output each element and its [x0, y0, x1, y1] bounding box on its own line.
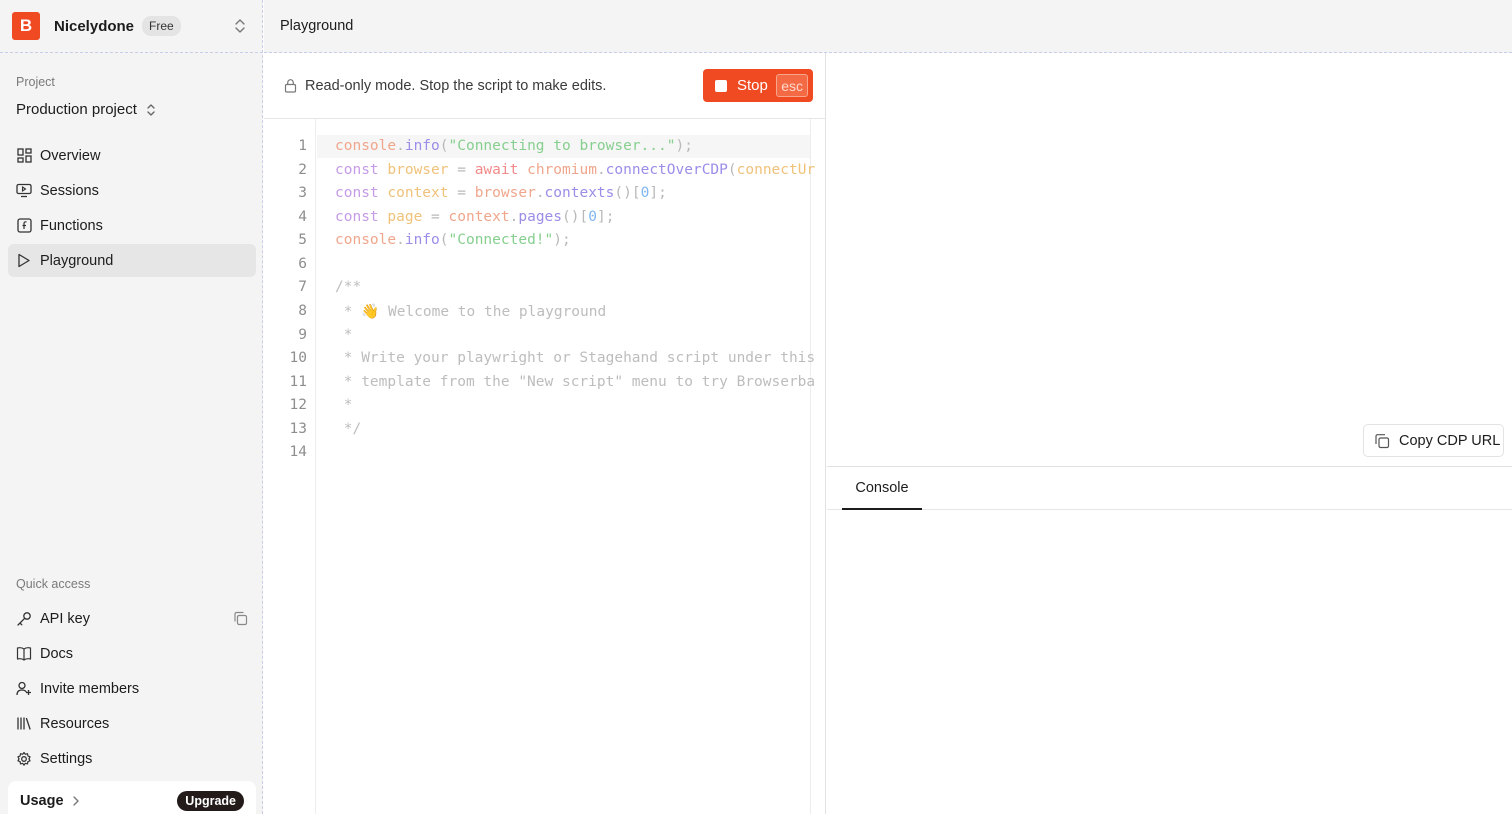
- quick-item-label: Invite members: [40, 680, 140, 697]
- quick-item-label: API key: [40, 610, 90, 627]
- play-icon: [16, 253, 32, 269]
- sidebar-item-label: Overview: [40, 147, 101, 164]
- line-number: 7: [298, 279, 307, 295]
- sidebar-item-label: Functions: [40, 217, 103, 234]
- copy-icon: [1375, 433, 1390, 448]
- line-number: 11: [289, 374, 307, 390]
- quick-item-invite-members[interactable]: Invite members: [8, 672, 256, 705]
- quick-item-api-key[interactable]: API key: [8, 602, 256, 635]
- code-line: * template from the "New script" menu to…: [335, 374, 816, 390]
- editor-panel: Read-only mode. Stop the script to make …: [264, 53, 826, 814]
- line-number: 4: [298, 209, 307, 225]
- org-switcher[interactable]: B Nicelydone Free: [0, 0, 263, 53]
- esc-shortcut: esc: [776, 74, 808, 97]
- stop-icon: [715, 79, 727, 92]
- code-editor[interactable]: 1 2 3 4 5 6 7 8 9 10 11 12 13 14 console…: [264, 119, 826, 814]
- sidebar-item-playground[interactable]: Playground: [8, 244, 256, 277]
- user-plus-icon: [16, 681, 32, 697]
- quick-item-docs[interactable]: Docs: [8, 637, 256, 670]
- line-number: 12: [289, 397, 307, 413]
- usage-card[interactable]: Usage Upgrade: [8, 781, 256, 814]
- line-number: 2: [298, 162, 307, 178]
- grid-icon: [16, 148, 32, 164]
- key-icon: [16, 611, 32, 627]
- line-number: 8: [298, 303, 307, 319]
- sidebar-item-functions[interactable]: Functions: [8, 209, 256, 242]
- line-number-gutter: 1 2 3 4 5 6 7 8 9 10 11 12 13 14: [264, 119, 316, 814]
- chevron-right-icon: [72, 796, 79, 806]
- copy-cdp-url-button[interactable]: Copy CDP URL: [1363, 424, 1504, 457]
- stop-button[interactable]: Stop esc: [703, 69, 813, 102]
- code-line: const browser = await chromium.connectOv…: [335, 162, 816, 178]
- plan-badge: Free: [142, 16, 181, 36]
- copy-cdp-url-label: Copy CDP URL: [1399, 432, 1501, 449]
- sidebar-item-overview[interactable]: Overview: [8, 139, 256, 172]
- usage-label: Usage: [20, 793, 64, 809]
- quick-item-label: Settings: [40, 750, 93, 767]
- line-number: 5: [298, 232, 307, 248]
- code-line: console.info("Connected!");: [335, 232, 571, 248]
- code-line: console.info("Connecting to browser...")…: [335, 138, 693, 154]
- console-panel: Console: [827, 466, 1512, 814]
- readonly-message: Read-only mode. Stop the script to make …: [305, 77, 607, 94]
- quick-access-label: Quick access: [16, 577, 91, 591]
- code-line: */: [335, 421, 362, 437]
- line-number: 9: [298, 327, 307, 343]
- code-line: *: [335, 327, 353, 343]
- line-number: 13: [289, 421, 307, 437]
- function-icon: [16, 218, 32, 234]
- sidebar-item-label: Sessions: [40, 182, 99, 199]
- line-number: 3: [298, 185, 307, 201]
- org-name: Nicelydone: [54, 17, 135, 35]
- library-icon: [16, 716, 32, 732]
- editor-scroll-edge: [810, 119, 811, 814]
- chevron-up-down-icon: [147, 103, 155, 116]
- sidebar-item-sessions[interactable]: Sessions: [8, 174, 256, 207]
- gear-icon: [16, 751, 32, 767]
- quick-item-resources[interactable]: Resources: [8, 707, 256, 740]
- chevron-up-down-icon[interactable]: [233, 17, 247, 35]
- upgrade-button[interactable]: Upgrade: [177, 791, 244, 811]
- code-line: /**: [335, 279, 362, 295]
- code-line: * 👋 Welcome to the playground: [335, 304, 607, 320]
- project-section-label: Project: [16, 75, 55, 89]
- monitor-icon: [16, 183, 32, 199]
- quick-item-settings[interactable]: Settings: [8, 742, 256, 775]
- sidebar-item-label: Playground: [40, 252, 114, 269]
- line-number: 10: [289, 350, 307, 366]
- quick-item-label: Docs: [40, 645, 74, 662]
- page-title: Playground: [280, 18, 354, 34]
- sidebar: B Nicelydone Free Project Production pro…: [0, 0, 263, 814]
- project-name: Production project: [16, 101, 137, 118]
- line-number: 6: [298, 256, 307, 272]
- code-line: * Write your playwright or Stagehand scr…: [335, 350, 816, 366]
- readonly-banner: Read-only mode. Stop the script to make …: [264, 53, 826, 119]
- copy-icon[interactable]: [233, 611, 248, 630]
- brand-logo: B: [12, 12, 40, 40]
- code-line: const page = context.pages()[0];: [335, 209, 615, 225]
- project-selector[interactable]: Production project: [16, 101, 157, 118]
- tab-console[interactable]: Console: [842, 467, 922, 510]
- stop-label: Stop: [737, 77, 768, 94]
- lock-icon: [284, 79, 297, 93]
- line-number: 1: [298, 138, 307, 154]
- line-number: 14: [289, 444, 307, 460]
- code-line: *: [335, 397, 353, 413]
- console-tabs: Console: [827, 467, 1512, 510]
- quick-item-label: Resources: [40, 715, 110, 732]
- browser-preview: [827, 53, 1512, 466]
- top-bar: Playground: [264, 0, 1512, 53]
- code-line: const context = browser.contexts()[0];: [335, 185, 667, 201]
- book-icon: [16, 646, 32, 662]
